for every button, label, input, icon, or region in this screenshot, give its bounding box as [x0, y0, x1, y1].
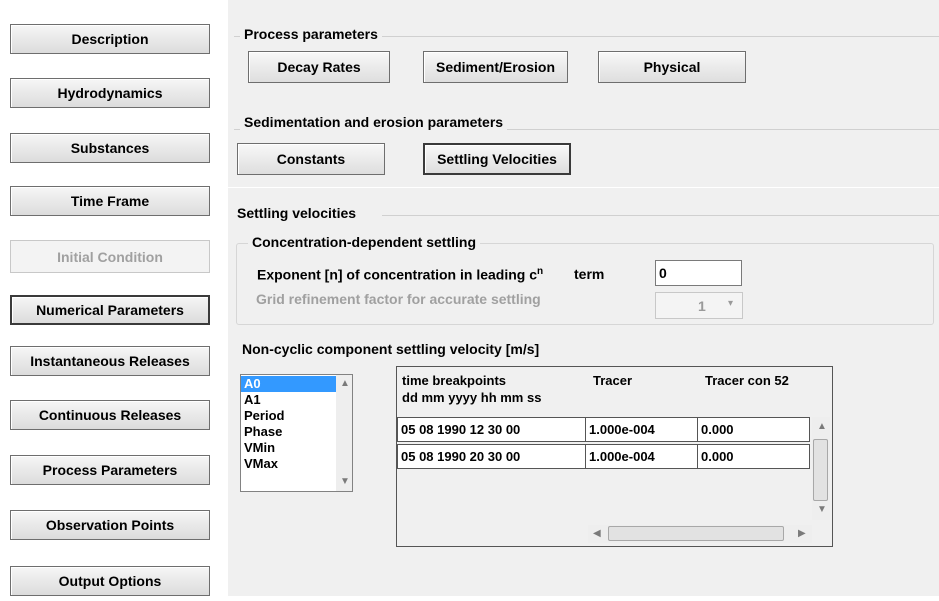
exponent-term-label: term	[574, 266, 605, 282]
physical-button[interactable]: Physical	[598, 51, 746, 83]
scroll-thumb[interactable]	[608, 526, 784, 541]
exponent-label-text: Exponent [n] of concentration in leading…	[257, 266, 538, 283]
table-cell[interactable]: 0.000	[697, 417, 810, 442]
nav-numerical-parameters-button[interactable]: Numerical Parameters	[10, 295, 210, 325]
scroll-left-icon[interactable]: ◀	[593, 529, 601, 539]
table-vertical-scrollbar[interactable]: ▲ ▼	[812, 417, 830, 520]
table-horizontal-scrollbar[interactable]: ◀ ▶	[588, 525, 812, 543]
list-scrollbar[interactable]: ▲ ▼	[336, 375, 352, 491]
concentration-settling-title: Concentration-dependent settling	[248, 234, 480, 250]
process-parameters-title: Process parameters	[240, 26, 382, 42]
scroll-thumb[interactable]	[813, 439, 828, 501]
scroll-down-icon[interactable]: ▼	[340, 477, 350, 487]
table-cell[interactable]: 0.000	[697, 444, 810, 469]
sediment-erosion-button[interactable]: Sediment/Erosion	[423, 51, 568, 83]
nav-output-options-button[interactable]: Output Options	[10, 566, 210, 596]
nav-initial-condition-button: Initial Condition	[10, 240, 210, 273]
grid-refinement-value: 1	[698, 298, 706, 314]
chevron-down-icon: ▾	[728, 298, 734, 309]
nav-time-frame-button[interactable]: Time Frame	[10, 186, 210, 216]
exponent-input[interactable]: 0	[655, 260, 742, 286]
settling-velocities-button[interactable]: Settling Velocities	[423, 143, 571, 175]
column-header-time: time breakpoints	[402, 373, 507, 388]
exponent-superscript: n	[537, 266, 544, 277]
nav-description-button[interactable]: Description	[10, 24, 210, 54]
exponent-label: Exponent [n] of concentration in leading…	[257, 266, 543, 283]
settling-table: time breakpoints dd mm yyyy hh mm ss Tra…	[396, 366, 833, 547]
constants-button[interactable]: Constants	[237, 143, 385, 175]
table-cell[interactable]: 05 08 1990 12 30 00	[397, 417, 586, 442]
nav-process-parameters-button[interactable]: Process Parameters	[10, 455, 210, 485]
scroll-down-icon[interactable]: ▼	[817, 505, 827, 515]
column-header-time-format: dd mm yyyy hh mm ss	[402, 390, 542, 405]
scroll-right-icon[interactable]: ▶	[798, 529, 806, 539]
sedimentation-erosion-title: Sedimentation and erosion parameters	[240, 114, 508, 130]
table-cell[interactable]: 1.000e-004	[585, 444, 698, 469]
table-cell[interactable]: 05 08 1990 20 30 00	[397, 444, 586, 469]
table-cell[interactable]: 1.000e-004	[585, 417, 698, 442]
nav-instantaneous-releases-button[interactable]: Instantaneous Releases	[10, 346, 210, 376]
settling-velocities-title: Settling velocities	[237, 205, 357, 221]
nav-continuous-releases-button[interactable]: Continuous Releases	[10, 400, 210, 430]
group-divider	[228, 187, 939, 188]
decay-rates-button[interactable]: Decay Rates	[248, 51, 390, 83]
group-divider	[382, 215, 939, 216]
column-header-tracer: Tracer	[593, 373, 633, 388]
nav-observation-points-button[interactable]: Observation Points	[10, 510, 210, 540]
column-header-tracer-con: Tracer con 52	[705, 373, 789, 388]
scroll-up-icon[interactable]: ▲	[340, 379, 350, 389]
nav-substances-button[interactable]: Substances	[10, 133, 210, 163]
parameter-listbox[interactable]: A0 A1 Period Phase VMin VMax ▲ ▼	[240, 374, 353, 492]
concentration-settling-group	[236, 243, 934, 325]
process-panel: Process parameters Decay Rates Sediment/…	[228, 0, 939, 596]
nav-hydrodynamics-button[interactable]: Hydrodynamics	[10, 78, 210, 108]
grid-refinement-select[interactable]: 1 ▾	[655, 292, 743, 319]
noncyclic-title: Non-cyclic component settling velocity […	[242, 341, 540, 357]
grid-refinement-label: Grid refinement factor for accurate sett…	[256, 291, 541, 307]
scroll-up-icon[interactable]: ▲	[817, 422, 827, 432]
